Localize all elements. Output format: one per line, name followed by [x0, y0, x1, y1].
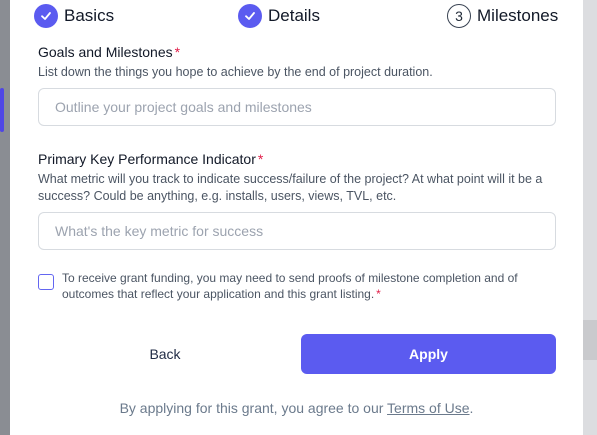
step-details[interactable]: Details — [238, 3, 320, 29]
terms-suffix: . — [469, 400, 474, 416]
check-icon — [34, 4, 58, 28]
grant-application-modal: Basics Details 3 Milestones Goals and Mi… — [10, 0, 583, 435]
required-mark: * — [174, 44, 181, 60]
stepper: Basics Details 3 Milestones — [10, 3, 583, 29]
goals-description: List down the things you hope to achieve… — [38, 65, 433, 79]
goals-title-text: Goals and Milestones — [38, 44, 173, 60]
step-basics[interactable]: Basics — [34, 3, 114, 29]
check-icon — [238, 4, 262, 28]
kpi-title: Primary Key Performance Indicator * — [38, 151, 263, 167]
goals-input[interactable] — [38, 88, 556, 126]
back-button[interactable]: Back — [38, 334, 292, 374]
consent-text: To receive grant funding, you may need t… — [62, 270, 562, 302]
terms-notice: By applying for this grant, you agree to… — [10, 400, 583, 416]
consent-label: To receive grant funding, you may need t… — [62, 271, 518, 301]
step-milestones[interactable]: 3 Milestones — [447, 3, 558, 29]
kpi-description: What metric will you track to indicate s… — [38, 172, 543, 203]
required-mark: * — [376, 287, 381, 301]
scrollbar-track[interactable] — [583, 0, 597, 435]
step-label: Details — [268, 6, 320, 25]
terms-of-use-link[interactable]: Terms of Use — [387, 400, 469, 416]
backdrop-accent — [0, 88, 4, 132]
consent-checkbox[interactable] — [38, 274, 54, 290]
kpi-input[interactable] — [38, 212, 556, 250]
kpi-title-text: Primary Key Performance Indicator — [38, 151, 256, 167]
goals-title: Goals and Milestones * — [38, 44, 180, 60]
scrollbar-thumb[interactable] — [583, 320, 597, 360]
step-label: Milestones — [477, 6, 559, 25]
apply-button[interactable]: Apply — [301, 334, 556, 374]
step-label: Basics — [64, 6, 115, 25]
required-mark: * — [257, 151, 264, 167]
step-number: 3 — [447, 4, 471, 28]
terms-prefix: By applying for this grant, you agree to… — [119, 400, 388, 416]
